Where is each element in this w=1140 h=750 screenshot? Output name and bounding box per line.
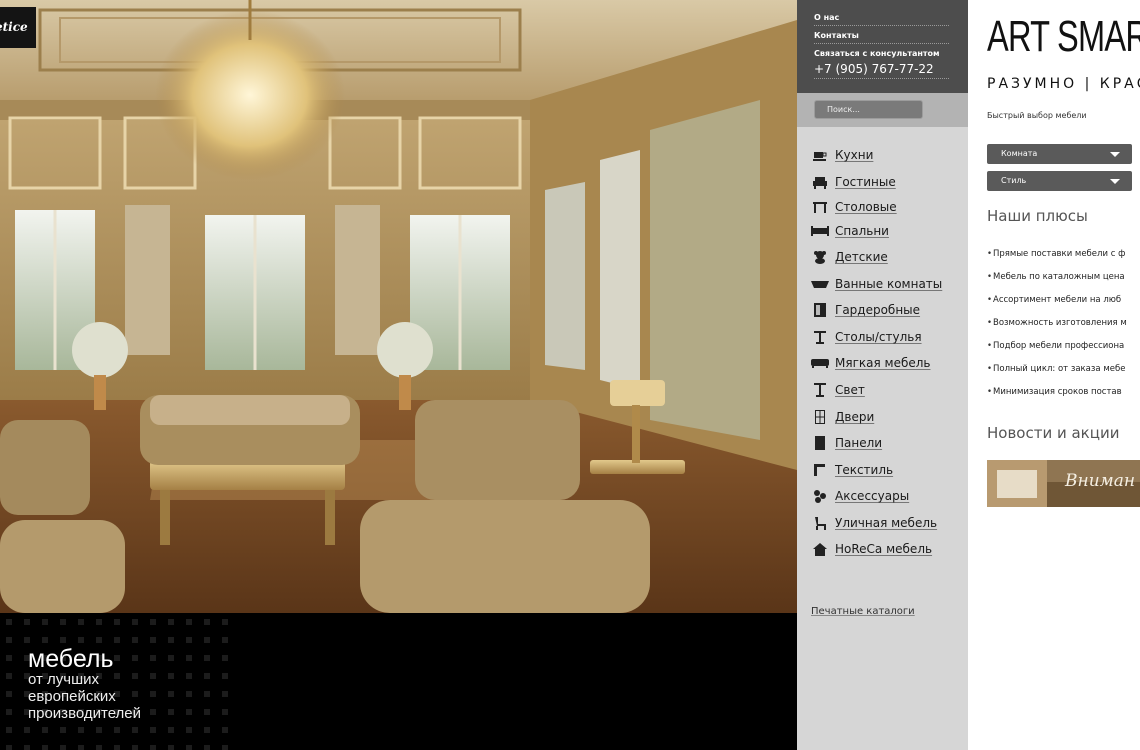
tagline-line: производителей: [28, 705, 142, 722]
brand-logo-text: etice: [0, 20, 28, 34]
contact-block: О нас Контакты Связаться с консультантом…: [797, 0, 968, 93]
teddy-bear-icon: [811, 250, 829, 264]
category-lighting[interactable]: Свет: [811, 381, 961, 399]
content-column: ART SMAR РАЗУМНО | КРАС Быстрый выбор ме…: [968, 0, 1140, 750]
category-textile[interactable]: Текстиль: [811, 461, 961, 479]
about-link[interactable]: О нас: [814, 13, 839, 22]
tagline-line: европейских: [28, 688, 116, 705]
brand-logo[interactable]: etice: [0, 7, 36, 48]
advantage-item: •Мебель по каталожным цена: [987, 272, 1125, 282]
category-horeca[interactable]: HoReCa мебель: [811, 540, 961, 558]
category-label: Свет: [835, 383, 865, 397]
category-wardrobes[interactable]: Гардеробные: [811, 301, 961, 319]
category-label: Текстиль: [835, 463, 894, 477]
brand-title: ART SMAR: [987, 12, 1140, 61]
category-label: Спальни: [835, 224, 889, 238]
category-label: Кухни: [835, 148, 874, 162]
accessories-icon: [811, 489, 829, 503]
panel-icon: [811, 436, 829, 450]
room-select-value: Комната: [1001, 149, 1038, 158]
page: etice мебель от лучших европейских произ…: [0, 0, 1140, 750]
category-label: HoReCa мебель: [835, 542, 933, 556]
textile-icon: [811, 463, 829, 477]
category-outdoor[interactable]: Уличная мебель: [811, 514, 961, 532]
category-dining-rooms[interactable]: Столовые: [811, 198, 961, 216]
divider: [814, 25, 949, 26]
style-select[interactable]: Стиль: [987, 171, 1132, 191]
sofa-icon: [811, 356, 829, 370]
category-kids[interactable]: Детские: [811, 248, 961, 266]
category-label: Столы/стулья: [835, 330, 922, 344]
house-icon: [811, 542, 829, 556]
category-label: Ванные комнаты: [835, 277, 943, 291]
category-sidebar: О нас Контакты Связаться с консультантом…: [797, 0, 968, 750]
quick-select-label: Быстрый выбор мебели: [987, 111, 1087, 120]
advantage-text: Мебель по каталожным цена: [993, 272, 1125, 282]
category-label: Панели: [835, 436, 883, 450]
advantage-item: •Прямые поставки мебели с ф: [987, 249, 1125, 259]
news-banner-text: Вниман: [1065, 471, 1136, 491]
cup-icon: [811, 148, 829, 162]
advantage-text: Подбор мебели профессиона: [993, 341, 1125, 351]
news-banner[interactable]: Вниман: [987, 460, 1140, 507]
advantage-text: Ассортимент мебели на люб: [993, 295, 1122, 305]
outdoor-chair-icon: [811, 516, 829, 530]
phone-number[interactable]: +7 (905) 767-77-22: [814, 62, 934, 76]
lamp-icon: [811, 383, 829, 397]
search-input[interactable]: [814, 100, 923, 119]
tagline-line: от лучших: [28, 671, 100, 688]
wardrobe-icon: [811, 303, 829, 317]
category-label: Уличная мебель: [835, 516, 938, 530]
category-living-rooms[interactable]: Гостиные: [811, 173, 961, 191]
advantage-item: •Минимизация сроков постав: [987, 387, 1122, 397]
advantage-text: Прямые поставки мебели с ф: [993, 249, 1126, 259]
chevron-down-icon: [1110, 152, 1120, 157]
advantage-item: •Ассортимент мебели на люб: [987, 295, 1121, 305]
category-label: Аксессуары: [835, 489, 910, 503]
category-doors[interactable]: Двери: [811, 408, 961, 426]
bed-icon: [811, 224, 829, 238]
category-bedrooms[interactable]: Спальни: [811, 222, 961, 240]
category-bathrooms[interactable]: Ванные комнаты: [811, 275, 961, 293]
advantage-item: •Возможность изготовления м: [987, 318, 1127, 328]
consultant-link[interactable]: Связаться с консультантом: [814, 49, 940, 58]
brand-subtitle: РАЗУМНО | КРАС: [987, 76, 1140, 92]
contacts-link[interactable]: Контакты: [814, 31, 859, 40]
category-label: Гардеробные: [835, 303, 921, 317]
advantage-text: Полный цикл: от заказа мебе: [993, 364, 1126, 374]
hero-image: etice: [0, 0, 797, 613]
advantage-item: •Полный цикл: от заказа мебе: [987, 364, 1125, 374]
advantage-item: •Подбор мебели профессиона: [987, 341, 1124, 351]
category-kitchens[interactable]: Кухни: [811, 146, 961, 164]
category-label: Столовые: [835, 200, 897, 214]
category-label: Двери: [835, 410, 875, 424]
armchair-icon: [811, 175, 829, 189]
category-accessories[interactable]: Аксессуары: [811, 487, 961, 505]
category-label: Мягкая мебель: [835, 356, 931, 370]
advantage-text: Возможность изготовления м: [993, 318, 1127, 328]
door-icon: [811, 410, 829, 424]
advantages-heading: Наши плюсы: [987, 207, 1088, 225]
style-select-value: Стиль: [1001, 176, 1027, 185]
category-label: Гостиные: [835, 175, 896, 189]
side-table-icon: [811, 330, 829, 344]
divider: [814, 43, 949, 44]
room-select[interactable]: Комната: [987, 144, 1132, 164]
tagline-panel: мебель от лучших европейских производите…: [0, 613, 797, 750]
category-label: Детские: [835, 250, 888, 264]
category-upholstered[interactable]: Мягкая мебель: [811, 354, 961, 372]
divider: [814, 78, 949, 79]
bathtub-icon: [811, 277, 829, 291]
tagline-title: мебель: [28, 645, 114, 673]
chevron-down-icon: [1110, 179, 1120, 184]
advantage-text: Минимизация сроков постав: [993, 387, 1122, 397]
print-catalogs-link[interactable]: Печатные каталоги: [811, 606, 915, 617]
news-heading: Новости и акции: [987, 424, 1120, 442]
search-bar: [797, 93, 968, 127]
table-icon: [811, 200, 829, 214]
category-panels[interactable]: Панели: [811, 434, 961, 452]
category-tables-chairs[interactable]: Столы/стулья: [811, 328, 961, 346]
